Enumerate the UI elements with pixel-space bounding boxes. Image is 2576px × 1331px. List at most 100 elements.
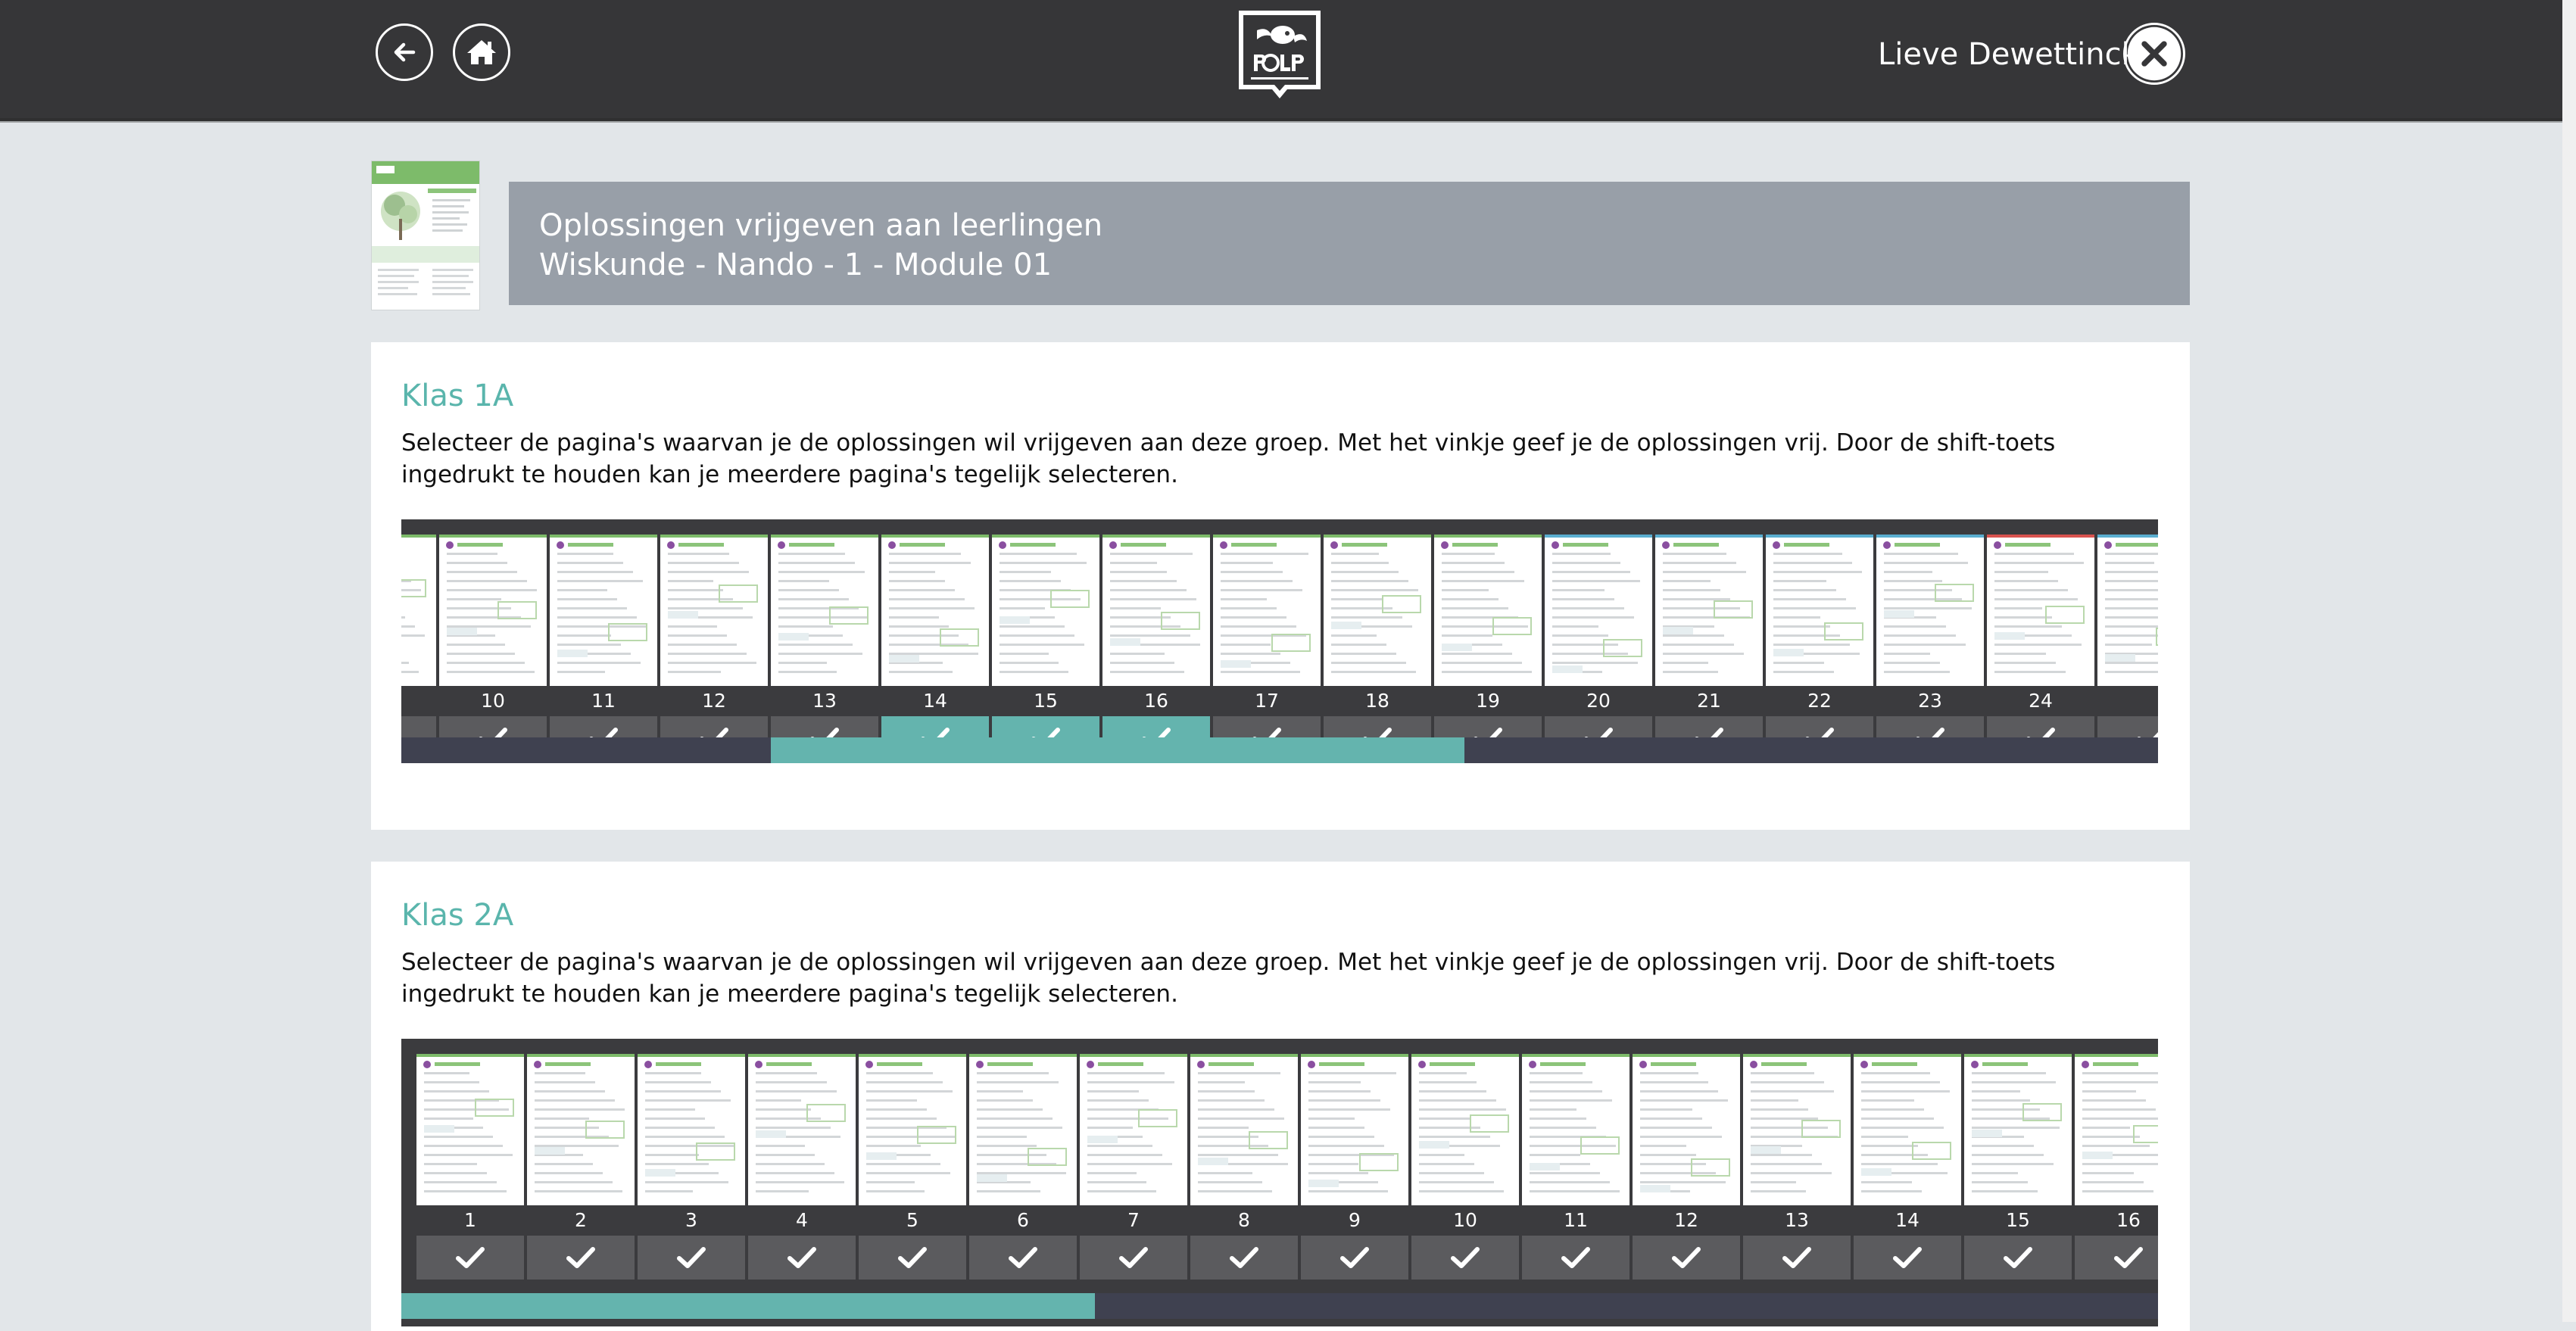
page-thumbnail[interactable] — [439, 535, 547, 686]
page-thumbnail[interactable] — [638, 1054, 745, 1205]
page-thumbnail[interactable] — [660, 535, 768, 686]
page-thumbnail[interactable] — [1190, 1054, 1298, 1205]
page-number: 10 — [1453, 1209, 1477, 1231]
check-icon — [1119, 1247, 1148, 1268]
top-bar: Lieve Dewettinck — [0, 0, 2562, 121]
user-name[interactable]: Lieve Dewettinck — [1878, 32, 2139, 77]
check-icon — [566, 1247, 595, 1268]
page-thumbnail[interactable] — [1102, 535, 1210, 686]
class-title: Klas 2A — [401, 898, 514, 933]
page-thumbnail[interactable] — [1301, 1054, 1408, 1205]
page-thumbnail[interactable] — [1411, 1054, 1519, 1205]
page-number: 21 — [1697, 690, 1721, 712]
class-description: Selecteer de pagina's waarvan je de oplo… — [401, 429, 2056, 488]
page-thumbnail[interactable] — [881, 535, 989, 686]
page-thumbnail[interactable] — [550, 535, 657, 686]
check-icon — [2004, 1247, 2032, 1268]
page-number: 11 — [1564, 1209, 1588, 1231]
page-strip-scrollbar-thumb[interactable] — [771, 737, 1464, 763]
page-thumbnail[interactable] — [1213, 535, 1321, 686]
page-thumbnail[interactable] — [401, 535, 436, 686]
page-thumbnail[interactable] — [1987, 535, 2094, 686]
page-thumbnail[interactable] — [416, 1054, 524, 1205]
check-icon — [1451, 1247, 1480, 1268]
page-strip-scrollbar-thumb[interactable] — [401, 1293, 1095, 1319]
check-icon — [1009, 1247, 1037, 1268]
page-thumbnail[interactable] — [1655, 535, 1763, 686]
page-thumbnail[interactable] — [2097, 535, 2158, 686]
page-number: 15 — [2006, 1209, 2030, 1231]
release-toggle[interactable] — [1633, 1236, 1740, 1280]
window-scrollbar[interactable] — [2562, 0, 2576, 1322]
release-toggle[interactable] — [748, 1236, 856, 1280]
page-number: 9 — [1349, 1209, 1361, 1231]
page-subtitle: Wiskunde - Nando - 1 - Module 01 — [539, 248, 1053, 282]
page-number: 14 — [923, 690, 947, 712]
check-icon — [1340, 1247, 1369, 1268]
polpo-logo[interactable] — [1234, 8, 1325, 101]
release-toggle[interactable] — [1743, 1236, 1851, 1280]
release-toggle[interactable] — [859, 1236, 966, 1280]
top-bar-shadow — [0, 118, 2562, 123]
page-strip-scrollbar[interactable] — [401, 1293, 2158, 1319]
check-icon — [1782, 1247, 1811, 1268]
class-card-1a: Klas 1A Selecteer de pagina's waarvan je… — [371, 342, 2190, 830]
page-header: Oplossingen vrijgeven aan leerlingen Wis… — [509, 182, 2190, 305]
release-toggle[interactable] — [1522, 1236, 1629, 1280]
release-toggle[interactable] — [969, 1236, 1077, 1280]
check-icon — [2114, 1247, 2143, 1268]
page-thumbnail[interactable] — [1545, 535, 1652, 686]
page-title: Oplossingen vrijgeven aan leerlingen — [539, 208, 1103, 243]
page-thumbnail[interactable] — [1854, 1054, 1961, 1205]
page-number: 12 — [1674, 1209, 1698, 1231]
release-toggle[interactable] — [2075, 1236, 2158, 1280]
page-thumbnail[interactable] — [748, 1054, 856, 1205]
page-number — [2097, 686, 2158, 715]
page-strip: 24 23 22 21 20 19 18 17 16 15 14 13 12 11 10 9 — [401, 519, 2158, 763]
page-number: 7 — [1127, 1209, 1140, 1231]
release-toggle[interactable] — [1964, 1236, 2072, 1280]
page-thumbnail[interactable] — [992, 535, 1099, 686]
page-thumbnail[interactable] — [1080, 1054, 1187, 1205]
home-button[interactable] — [453, 23, 510, 81]
release-toggle[interactable] — [638, 1236, 745, 1280]
check-icon — [456, 1247, 485, 1268]
page-thumbnail[interactable] — [2075, 1054, 2158, 1205]
page-thumbnail[interactable] — [771, 535, 878, 686]
page-thumbnail[interactable] — [1964, 1054, 2072, 1205]
page-thumbnail[interactable] — [1324, 535, 1431, 686]
page-number: 16 — [2116, 1209, 2141, 1231]
page-number: 3 — [685, 1209, 697, 1231]
release-toggle[interactable] — [527, 1236, 635, 1280]
page-number: 4 — [796, 1209, 808, 1231]
release-toggle[interactable] — [1411, 1236, 1519, 1280]
release-toggle[interactable] — [1301, 1236, 1408, 1280]
page-number: 15 — [1034, 690, 1058, 712]
page-thumbnail[interactable] — [1743, 1054, 1851, 1205]
page-number: 2 — [575, 1209, 587, 1231]
page-thumbnail[interactable] — [1876, 535, 1984, 686]
page-strip: 16 15 14 13 12 11 10 9 8 7 6 5 4 3 2 1 — [401, 1039, 2158, 1326]
page-number: 5 — [906, 1209, 918, 1231]
back-button[interactable] — [376, 23, 433, 81]
release-toggle[interactable] — [416, 1236, 524, 1280]
page-number: 17 — [1255, 690, 1279, 712]
page-number: 11 — [591, 690, 616, 712]
page-thumbnail[interactable] — [1522, 1054, 1629, 1205]
page-number: 24 — [2029, 690, 2053, 712]
class-description: Selecteer de pagina's waarvan je de oplo… — [401, 949, 2056, 1008]
arrow-left-icon — [394, 42, 416, 62]
release-toggle[interactable] — [1854, 1236, 1961, 1280]
release-toggle[interactable] — [1190, 1236, 1298, 1280]
page-thumbnail[interactable] — [859, 1054, 966, 1205]
page-number: 22 — [1807, 690, 1832, 712]
page-thumbnail[interactable] — [527, 1054, 635, 1205]
page-thumbnail[interactable] — [1633, 1054, 1740, 1205]
page-number: 18 — [1365, 690, 1389, 712]
page-thumbnail[interactable] — [1766, 535, 1873, 686]
close-button[interactable] — [2123, 23, 2185, 85]
page-thumbnail[interactable] — [969, 1054, 1077, 1205]
release-toggle[interactable] — [1080, 1236, 1187, 1280]
page-thumbnail[interactable] — [1434, 535, 1542, 686]
page-strip-scrollbar[interactable] — [401, 737, 2158, 763]
